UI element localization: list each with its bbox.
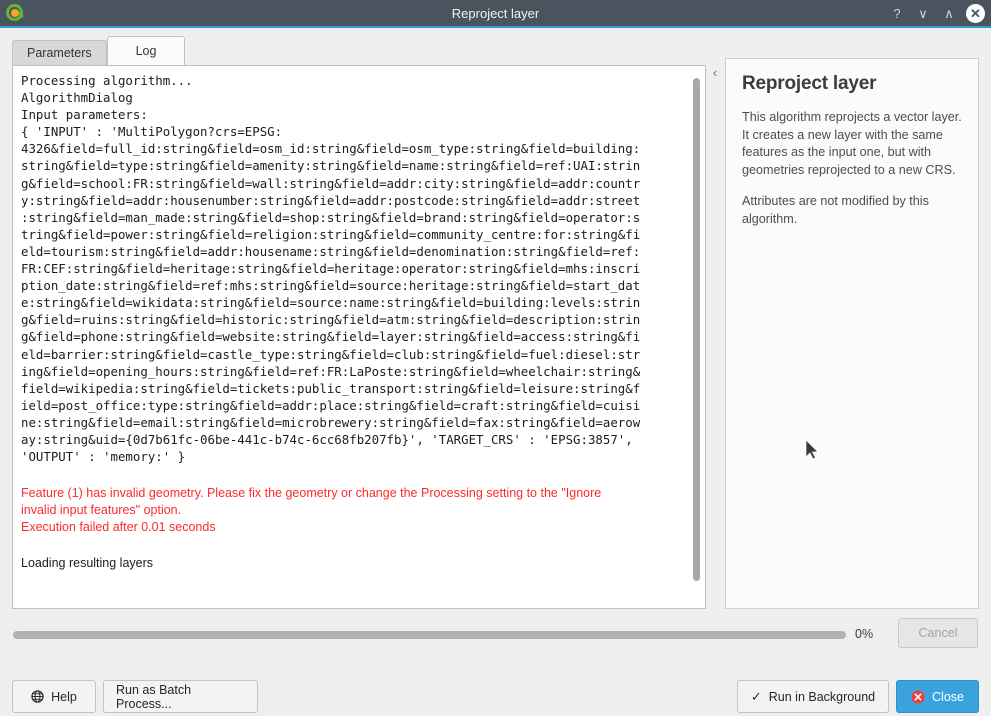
- log-error-text: Feature (1) has invalid geometry. Please…: [21, 486, 602, 535]
- log-parameters-text: Processing algorithm... AlgorithmDialog …: [21, 73, 641, 465]
- close-button[interactable]: Close: [896, 680, 979, 713]
- run-in-background-label: Run in Background: [768, 689, 876, 704]
- window-titlebar: Reproject layer ? ∨ ∧ ✕: [0, 0, 991, 28]
- help-paragraph-2: Attributes are not modified by this algo…: [742, 194, 929, 226]
- tab-parameters[interactable]: Parameters: [12, 40, 107, 66]
- dialog-button-row: Help Run as Batch Process... ✓ Run in Ba…: [0, 680, 991, 716]
- question-mark-icon[interactable]: ?: [885, 1, 909, 25]
- collapse-help-panel-chevron-icon[interactable]: ‹: [708, 62, 722, 82]
- window-title: Reproject layer: [451, 5, 540, 21]
- run-as-batch-process-button[interactable]: Run as Batch Process...: [103, 680, 258, 713]
- cancel-button[interactable]: Cancel: [898, 618, 978, 648]
- tab-log[interactable]: Log: [106, 36, 186, 65]
- run-as-batch-process-label: Run as Batch Process...: [116, 682, 192, 711]
- progress-row: 0% Cancel: [0, 618, 991, 660]
- help-paragraph-1: This algorithm reprojects a vector layer…: [742, 110, 962, 177]
- algorithm-help-panel: Reproject layer This algorithm reproject…: [725, 58, 979, 609]
- help-panel-title: Reproject layer: [742, 73, 877, 94]
- progress-bar: [13, 631, 846, 639]
- log-scrollbar-thumb[interactable]: [693, 78, 700, 581]
- help-button-label: Help: [51, 689, 77, 704]
- close-button-label: Close: [932, 689, 964, 704]
- window-controls: ? ∨ ∧ ✕: [885, 0, 985, 26]
- run-in-background-button[interactable]: ✓ Run in Background: [737, 680, 889, 713]
- globe-icon: [31, 690, 44, 703]
- chevron-up-icon[interactable]: ∧: [937, 1, 961, 25]
- dialog-body: Parameters Log Processing algorithm... A…: [0, 28, 991, 713]
- log-output-panel[interactable]: Processing algorithm... AlgorithmDialog …: [12, 65, 706, 609]
- help-button[interactable]: Help: [12, 680, 96, 713]
- check-icon: ✓: [750, 689, 762, 704]
- progress-percent-label: 0%: [855, 627, 874, 641]
- log-scrollbar[interactable]: [693, 72, 700, 603]
- log-content: Processing algorithm... AlgorithmDialog …: [21, 72, 683, 572]
- chevron-down-icon[interactable]: ∨: [911, 1, 935, 25]
- close-icon[interactable]: ✕: [966, 3, 985, 23]
- qgis-logo-icon: [2, 0, 28, 26]
- tab-bar: Parameters Log: [12, 36, 186, 66]
- close-circle-icon: [911, 690, 925, 703]
- log-trailing-text: Loading resulting layers: [21, 556, 154, 571]
